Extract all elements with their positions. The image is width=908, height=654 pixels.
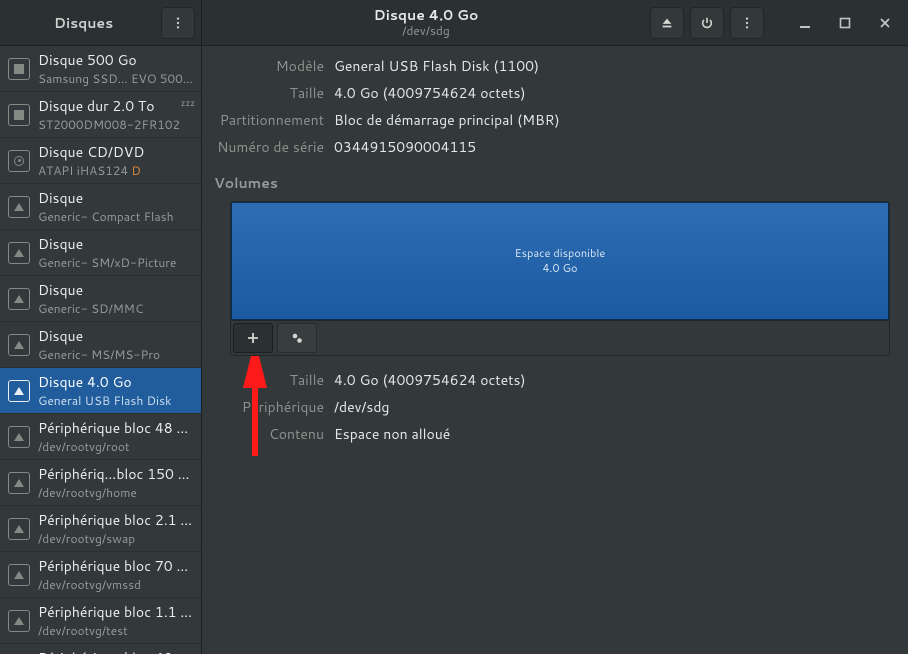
hard-disk-icon [8,104,30,126]
vol-size-label: Taille [230,370,324,390]
disk-list-item[interactable]: Périphériq…bloc 150 Go/dev/rootvg/home [0,460,201,506]
disk-item-subtitle: /dev/rootvg/test [38,622,193,639]
disk-item-title: Disque 4.0 Go [38,372,193,392]
disk-item-title: Périphérique bloc 48 Go [38,418,193,438]
disk-menu-button[interactable] [730,7,764,39]
vol-size-value: 4.0 Go (4009754624 octets) [334,370,890,390]
disk-item-title: Disque [38,280,193,300]
disk-item-title: Disque 500 Go [38,50,193,70]
sleep-indicator-icon: zzz [181,96,195,109]
disk-list-item[interactable]: Périphérique bloc 48 Go/dev/rootvg/gento… [0,644,201,654]
app-title: Disques [6,13,161,33]
removable-disk-icon [8,564,30,586]
removable-disk-icon [8,242,30,264]
volume-toolbar [231,320,889,355]
disk-list-item[interactable]: Disque dur 2.0 ToST2000DM008-2FR102 zzz [0,92,201,138]
disk-item-title: Périphérique bloc 2.1 Go [38,510,193,530]
maximize-button[interactable] [828,7,862,39]
removable-disk-icon [8,380,30,402]
free-space-label: Espace disponible [515,246,606,261]
disk-item-subtitle: ATAPI iHAS124 D [38,162,193,179]
app-menu-button[interactable] [161,7,195,39]
volumes-box: Espace disponible 4.0 Go [230,201,890,356]
removable-disk-icon [8,610,30,632]
vol-device-label: Périphérique [230,397,324,417]
disk-item-subtitle: /dev/rootvg/home [38,484,193,501]
disk-list-item[interactable]: DisqueGeneric- SM/xD-Picture [0,230,201,276]
vol-content-label: Contenu [230,424,324,444]
disk-detail-pane: Modèle General USB Flash Disk (1100) Tai… [202,46,908,654]
disk-item-subtitle: Generic- MS/MS-Pro [38,346,193,363]
removable-disk-icon [8,334,30,356]
disk-item-subtitle: Generic- Compact Flash [38,208,193,225]
model-value: General USB Flash Disk (1100) [334,56,890,76]
disk-item-subtitle: ST2000DM008-2FR102 [38,116,193,133]
hard-disk-icon [8,58,30,80]
minimize-button[interactable] [788,7,822,39]
size-value: 4.0 Go (4009754624 octets) [334,83,890,103]
disk-list-item[interactable]: Disque 4.0 GoGeneral USB Flash Disk [0,368,201,414]
disk-list-item[interactable]: Périphérique bloc 1.1 Go/dev/rootvg/test [0,598,201,644]
disk-item-title: Périphérique bloc 48 Go [38,648,193,654]
close-button[interactable] [868,7,902,39]
size-label: Taille [212,83,324,103]
model-label: Modèle [212,56,324,76]
disk-item-title: Disque [38,326,193,346]
volumes-heading: Volumes [214,173,890,193]
disk-item-subtitle: /dev/rootvg/swap [38,530,193,547]
titlebar: Disques Disque 4.0 Go /dev/sdg [0,0,908,46]
disk-item-title: Disque [38,188,193,208]
free-space-size: 4.0 Go [542,261,577,276]
vol-device-value: /dev/sdg [334,397,890,417]
eject-button[interactable] [650,7,684,39]
add-partition-button[interactable] [233,323,273,353]
disk-item-title: Disque [38,234,193,254]
disk-list-item[interactable]: Disque 500 GoSamsung SSD… EVO 500GB [0,46,201,92]
removable-disk-icon [8,472,30,494]
disk-item-title: Périphériq…bloc 150 Go [38,464,193,484]
serial-label: Numéro de série [212,137,324,157]
removable-disk-icon [8,518,30,540]
window-title-group: Disque 4.0 Go /dev/sdg [208,7,644,38]
disk-item-subtitle: Samsung SSD… EVO 500GB [38,70,193,87]
disk-list-item[interactable]: DisqueGeneric- SD/MMC [0,276,201,322]
serial-value: 0344915090004115 [334,137,890,157]
disk-item-subtitle: General USB Flash Disk [38,392,193,409]
disk-item-subtitle: /dev/rootvg/vmssd [38,576,193,593]
free-space-region[interactable]: Espace disponible 4.0 Go [231,202,889,320]
vol-content-value: Espace non alloué [334,424,890,444]
disk-item-title: Périphérique bloc 1.1 Go [38,602,193,622]
optical-disk-icon [8,150,30,172]
partitioning-label: Partitionnement [212,110,324,130]
disk-list-item[interactable]: DisqueGeneric- Compact Flash [0,184,201,230]
disk-item-subtitle: Generic- SD/MMC [38,300,193,317]
disk-list[interactable]: Disque 500 GoSamsung SSD… EVO 500GBDisqu… [0,46,202,654]
volume-settings-button[interactable] [277,323,317,353]
disk-item-subtitle: Generic- SM/xD-Picture [38,254,193,271]
disk-list-item[interactable]: Disque CD/DVDATAPI iHAS124 D [0,138,201,184]
power-button[interactable] [690,7,724,39]
window-subtitle: /dev/sdg [208,24,644,38]
removable-disk-icon [8,288,30,310]
disk-item-subtitle: /dev/rootvg/root [38,438,193,455]
disk-item-title: Périphérique bloc 70 Go [38,556,193,576]
removable-disk-icon [8,196,30,218]
disk-list-item[interactable]: Périphérique bloc 48 Go/dev/rootvg/root [0,414,201,460]
partitioning-value: Bloc de démarrage principal (MBR) [334,110,890,130]
disk-item-title: Disque dur 2.0 To [38,96,193,116]
disk-list-item[interactable]: Périphérique bloc 70 Go/dev/rootvg/vmssd [0,552,201,598]
disk-item-title: Disque CD/DVD [38,142,193,162]
disk-list-item[interactable]: Périphérique bloc 2.1 Go/dev/rootvg/swap [0,506,201,552]
removable-disk-icon [8,426,30,448]
disk-list-item[interactable]: DisqueGeneric- MS/MS-Pro [0,322,201,368]
